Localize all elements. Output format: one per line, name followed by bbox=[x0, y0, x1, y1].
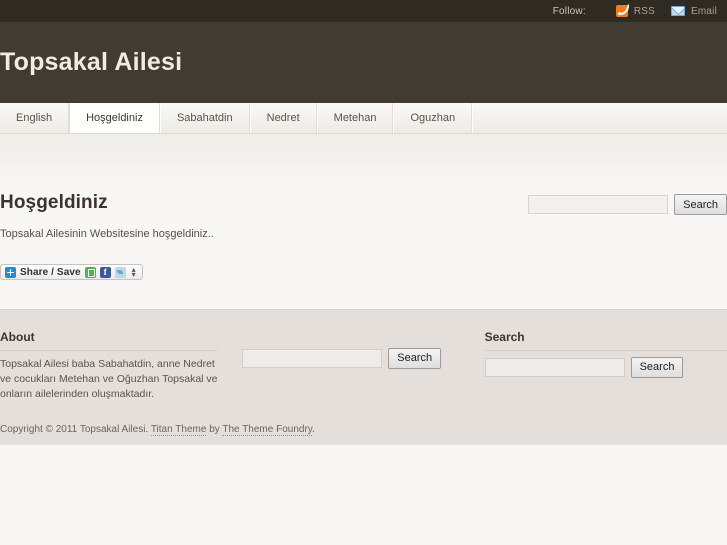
footer-columns: About Topsakal Ailesi baba Sabahatdin, a… bbox=[0, 330, 727, 402]
rss-link[interactable]: RSS bbox=[615, 5, 655, 17]
rss-label: RSS bbox=[633, 5, 655, 17]
addthis-share-widget[interactable]: Share / Save f ▴ ▾ bbox=[0, 264, 143, 280]
site-title[interactable]: Topsakal Ailesi bbox=[0, 48, 182, 77]
page-root: Follow: RSS Email Topsakal Ailesi Englis… bbox=[0, 0, 727, 545]
main-search-form: Search bbox=[528, 194, 727, 215]
about-widget-text: Topsakal Ailesi baba Sabahatdin, anne Ne… bbox=[0, 357, 218, 400]
nav-item-hosgeldiniz[interactable]: Hoşgeldiniz bbox=[69, 103, 160, 133]
footer-right-search-form: Search bbox=[484, 356, 727, 378]
content-top-spacer bbox=[0, 166, 727, 176]
nav-item-nedret[interactable]: Nedret bbox=[249, 103, 317, 133]
main-content: Search Hoşgeldiniz Topsakal Ailesinin We… bbox=[0, 176, 727, 309]
footer-right-search-button[interactable]: Search bbox=[630, 356, 684, 378]
footer-column-about: About Topsakal Ailesi baba Sabahatdin, a… bbox=[0, 330, 242, 402]
nav-item-oguzhan[interactable]: Oguzhan bbox=[393, 103, 473, 133]
masthead: Topsakal Ailesi bbox=[0, 22, 727, 103]
footer-middle-search-form: Search bbox=[242, 347, 460, 369]
top-follow-bar: Follow: RSS Email bbox=[0, 0, 727, 22]
copyright-suffix: . bbox=[312, 423, 315, 435]
twitter-icon[interactable] bbox=[114, 266, 126, 278]
footer-column-middle: Search bbox=[242, 330, 484, 402]
footer-middle-search-button[interactable]: Search bbox=[388, 347, 442, 369]
more-arrows-icon[interactable]: ▴ ▾ bbox=[130, 266, 138, 279]
plus-icon bbox=[5, 266, 16, 278]
main-search-button[interactable]: Search bbox=[674, 194, 727, 215]
nav-shadow-band bbox=[0, 134, 727, 166]
copyright: Copyright © 2011 Topsakal Ailesi. Titan … bbox=[0, 423, 727, 436]
below-footer-area bbox=[0, 444, 727, 545]
addthis-label: Share / Save bbox=[20, 266, 81, 278]
nav-item-english[interactable]: English bbox=[0, 103, 70, 133]
follow-label: Follow: bbox=[552, 5, 586, 17]
entry-text: Topsakal Ailesinin Websitesine hoşgeldin… bbox=[0, 228, 214, 240]
footer-column-search: Search Search bbox=[484, 330, 727, 402]
nav-item-metehan[interactable]: Metehan bbox=[316, 103, 394, 133]
primary-navigation: English Hoşgeldiniz Sabahatdin Nedret Me… bbox=[0, 103, 727, 134]
theme-foundry-link[interactable]: The Theme Foundry bbox=[222, 423, 313, 436]
email-icon bbox=[670, 6, 685, 16]
facebook-icon[interactable]: f bbox=[99, 266, 111, 278]
search-widget-title: Search bbox=[484, 330, 727, 351]
site-footer: About Topsakal Ailesi baba Sabahatdin, a… bbox=[0, 308, 727, 445]
copyright-prefix: Copyright © 2011 Topsakal Ailesi. bbox=[0, 423, 149, 435]
main-search-input[interactable] bbox=[528, 195, 669, 214]
recycle-icon[interactable] bbox=[84, 266, 96, 278]
about-widget-title: About bbox=[0, 330, 219, 351]
copyright-by: by bbox=[209, 423, 220, 435]
email-label: Email bbox=[690, 5, 717, 17]
content-inner: Search Hoşgeldiniz Topsakal Ailesinin We… bbox=[0, 192, 727, 283]
rss-icon bbox=[615, 5, 628, 17]
footer-middle-search-input[interactable] bbox=[242, 348, 383, 368]
titan-theme-link[interactable]: Titan Theme bbox=[150, 423, 207, 436]
nav-filler bbox=[472, 103, 727, 133]
email-link[interactable]: Email bbox=[670, 5, 717, 17]
footer-right-search-input[interactable] bbox=[484, 357, 625, 377]
nav-item-sabahatdin[interactable]: Sabahatdin bbox=[159, 103, 250, 133]
